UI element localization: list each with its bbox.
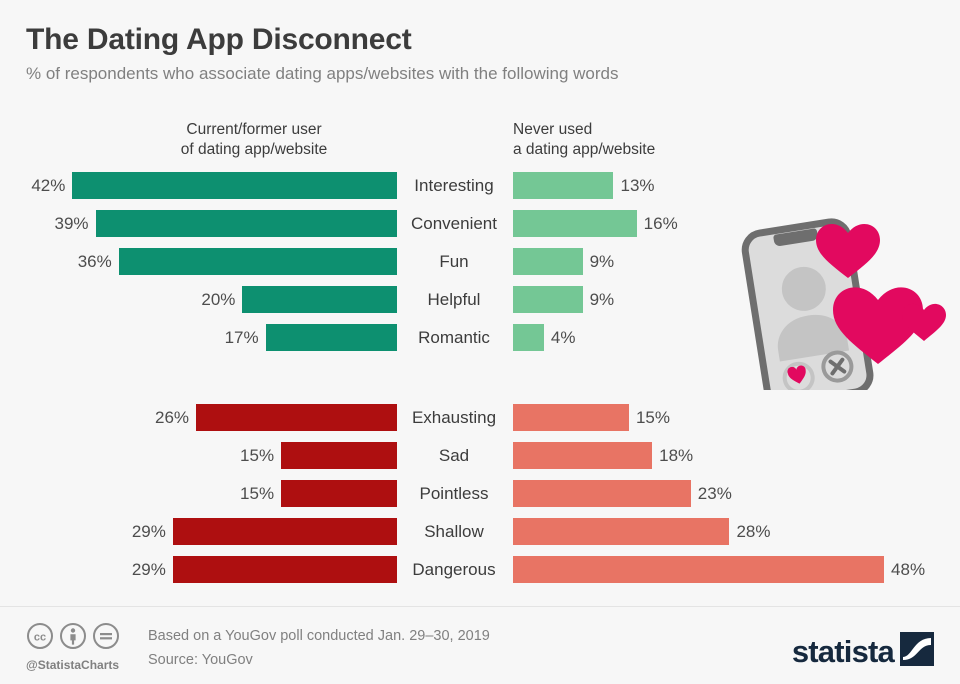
chart-row: 29% Dangerous 48% [0, 556, 960, 583]
right-bar [513, 518, 730, 545]
right-bar [513, 248, 583, 275]
category-label: Dangerous [412, 560, 496, 579]
category-label: Helpful [427, 290, 481, 309]
chart-row-right: 48% [513, 556, 925, 583]
footer-note-block: Based on a YouGov poll conducted Jan. 29… [148, 624, 490, 672]
right-value-label: 48% [891, 560, 926, 579]
chart-row: 15% Sad 18% [0, 442, 960, 469]
left-value-label: 36% [77, 252, 112, 271]
category-label: Fun [439, 252, 469, 271]
statista-charts-handle: @StatistaCharts [26, 658, 120, 672]
left-value-label: 17% [224, 328, 259, 347]
right-value-label: 15% [635, 408, 670, 427]
svg-text:cc: cc [34, 632, 46, 644]
chart-row-right: 9% [513, 286, 614, 313]
category-label: Interesting [414, 176, 494, 195]
category-label: Convenient [410, 214, 497, 233]
chart-row-left: 15% [0, 480, 397, 507]
category-label: Exhausting [411, 408, 497, 427]
left-value-label: 42% [31, 176, 66, 195]
statista-logo: statista [792, 632, 934, 671]
cc-icon-group: cc [26, 622, 138, 655]
chart-row-right: 9% [513, 248, 614, 275]
left-value-label: 26% [155, 408, 190, 427]
chart-row-left: 15% [0, 442, 397, 469]
right-bar [513, 286, 583, 313]
right-bar [513, 324, 544, 351]
chart-row-left: 36% [0, 248, 397, 275]
chart-row-left: 26% [0, 404, 397, 431]
right-value-label: 18% [659, 446, 694, 465]
left-bar [72, 172, 397, 199]
left-bar [172, 518, 397, 545]
left-bar [172, 556, 397, 583]
chart-row-right: 28% [513, 518, 770, 545]
right-bar [513, 210, 637, 237]
statista-logo-wordmark: statista [791, 633, 895, 669]
chart-row-left: 29% [0, 556, 397, 583]
cc-attribution-icon [59, 622, 87, 655]
left-value-label: 39% [54, 214, 89, 233]
left-value-label: 29% [131, 522, 166, 541]
footer-note: Based on a YouGov poll conducted Jan. 29… [148, 628, 490, 644]
right-value-label: 9% [589, 252, 615, 271]
chart-row: 26% Exhausting 15% [0, 404, 960, 431]
category-label: Sad [438, 446, 470, 465]
cc-icon: cc [26, 622, 54, 655]
footer-divider [0, 606, 960, 607]
cc-noderivatives-icon [92, 622, 120, 655]
footer-source: Source: YouGov [148, 652, 253, 668]
right-value-label: 16% [643, 214, 678, 233]
chart-row-left: 39% [0, 210, 397, 237]
right-value-label: 9% [589, 290, 615, 309]
left-bar [265, 324, 397, 351]
left-bar [242, 286, 397, 313]
right-bar [513, 480, 691, 507]
creative-commons-block: cc @StatistaCharts [26, 622, 138, 673]
right-bar [513, 172, 614, 199]
right-value-label: 4% [550, 328, 576, 347]
right-value-label: 28% [736, 522, 771, 541]
chart-row-right: 23% [513, 480, 732, 507]
right-value-label: 13% [620, 176, 655, 195]
chart-row-left: 17% [0, 324, 397, 351]
left-value-label: 15% [240, 446, 275, 465]
left-bar [95, 210, 397, 237]
chart-row-right: 4% [513, 324, 575, 351]
chart-row-right: 15% [513, 404, 670, 431]
left-bar [281, 442, 397, 469]
right-bar [513, 404, 629, 431]
chart-row: 29% Shallow 28% [0, 518, 960, 545]
left-value-label: 29% [131, 560, 166, 579]
right-value-label: 23% [697, 484, 732, 503]
left-bar [118, 248, 397, 275]
chart-row-right: 13% [513, 172, 655, 199]
category-label: Pointless [419, 484, 489, 503]
chart-row-right: 18% [513, 442, 693, 469]
dating-app-phone-hearts-illustration [715, 185, 960, 407]
right-bar [513, 556, 885, 583]
left-value-label: 20% [201, 290, 236, 309]
chart-row-left: 20% [0, 286, 397, 313]
left-bar [281, 480, 397, 507]
chart-row-right: 16% [513, 210, 678, 237]
infographic-canvas: The Dating App Disconnect % of responden… [0, 0, 960, 684]
category-label: Shallow [424, 522, 484, 541]
chart-row: 15% Pointless 23% [0, 480, 960, 507]
left-value-label: 15% [240, 484, 275, 503]
left-bar [196, 404, 397, 431]
chart-row-left: 29% [0, 518, 397, 545]
chart-row-left: 42% [0, 172, 397, 199]
right-bar [513, 442, 653, 469]
category-label: Romantic [418, 328, 490, 347]
statista-logo-mark [900, 632, 934, 671]
